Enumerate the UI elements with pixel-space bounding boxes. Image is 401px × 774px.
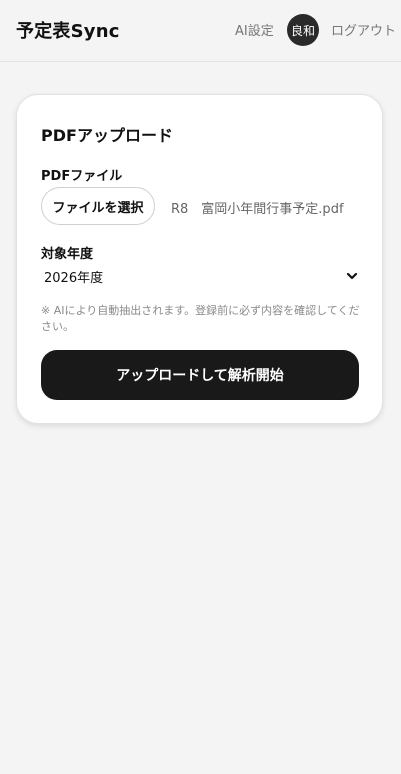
- extraction-notice: ※ AIにより自動抽出されます。登録前に必ず内容を確認してください。: [41, 304, 360, 333]
- logout-link[interactable]: ログアウト: [331, 20, 396, 39]
- pdf-upload-card: PDFアップロード PDFファイル ファイルを選択 R8 富岡小年間行事予定.p…: [16, 94, 383, 424]
- app-header: 予定表Sync AI設定 良和 ログアウト: [0, 0, 401, 62]
- target-year-select[interactable]: 2026年度: [41, 263, 359, 289]
- ai-settings-link[interactable]: AI設定: [235, 20, 274, 39]
- target-year-value: 2026年度: [44, 270, 104, 286]
- upload-and-analyze-button[interactable]: アップロードして解析開始: [41, 350, 359, 400]
- choose-file-button[interactable]: ファイルを選択: [41, 187, 155, 225]
- chevron-down-icon: [346, 272, 358, 280]
- pdf-file-label: PDFファイル: [41, 169, 123, 184]
- card-title: PDFアップロード: [41, 126, 173, 145]
- selected-file-name: R8 富岡小年間行事予定.pdf: [171, 202, 344, 217]
- user-avatar[interactable]: 良和: [287, 14, 319, 46]
- target-year-label: 対象年度: [41, 247, 94, 262]
- app-title: 予定表Sync: [16, 21, 120, 42]
